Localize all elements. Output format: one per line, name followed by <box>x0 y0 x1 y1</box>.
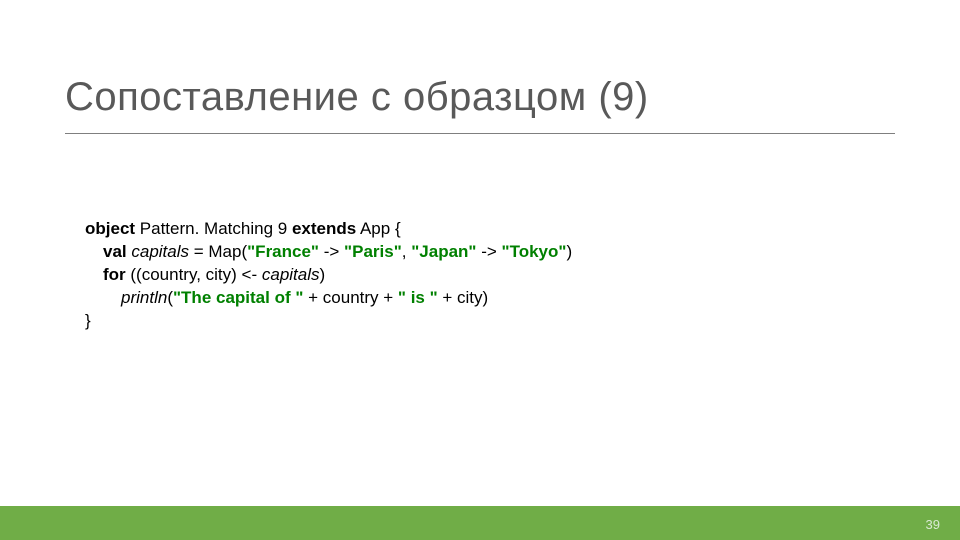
code-block: object Pattern. Matching 9 extends App {… <box>85 218 572 333</box>
slide-title: Сопоставление с образцом (9) <box>65 75 649 120</box>
code-line-3: for ((country, city) <- capitals) <box>85 264 572 287</box>
keyword-for: for <box>103 265 126 284</box>
code-line-2: val capitals = Map("France" -> "Paris", … <box>85 241 572 264</box>
keyword-extends: extends <box>292 219 356 238</box>
keyword-val: val <box>103 242 127 261</box>
keyword-object: object <box>85 219 135 238</box>
slide: Сопоставление с образцом (9) object Patt… <box>0 0 960 540</box>
code-line-5: } <box>85 310 572 333</box>
page-number: 39 <box>926 517 940 532</box>
code-line-1: object Pattern. Matching 9 extends App { <box>85 218 572 241</box>
code-line-4: println("The capital of " + country + " … <box>85 287 572 310</box>
title-rule <box>65 133 895 134</box>
footer-bar <box>0 506 960 540</box>
